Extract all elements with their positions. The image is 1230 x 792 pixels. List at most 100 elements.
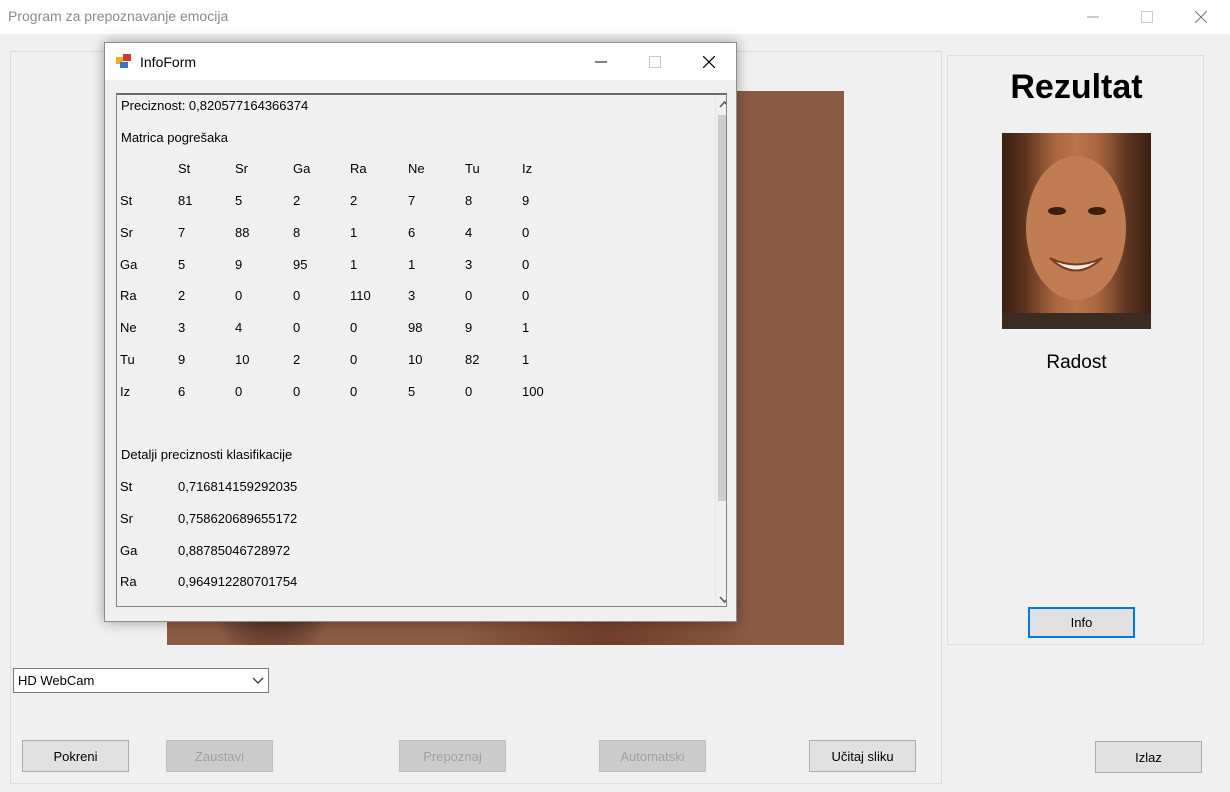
automatic-button[interactable]: Automatski [599,740,706,772]
matrix-cell: 0 [235,383,243,399]
matrix-cell: 100 [522,383,544,399]
details-title: Detalji preciznosti klasifikacije [121,447,293,462]
matrix-cell: 6 [178,383,186,399]
matrix-cell: 3 [408,288,416,304]
exit-button[interactable]: Izlaz [1095,741,1202,773]
matrix-header-cell: Iz [522,161,533,176]
matrix-cell: 95 [293,256,308,272]
matrix-cell: 0 [293,320,301,336]
matrix-cell: 3 [465,256,473,272]
scroll-down-icon[interactable] [719,596,727,604]
maximize-button[interactable] [1124,0,1170,34]
camera-select[interactable]: HD WebCam [13,668,269,693]
matrix-cell: 81 [178,193,193,208]
matrix-row-label: Iz [120,383,131,399]
result-face-image [1002,133,1151,329]
matrix-cell: 0 [522,256,530,272]
scroll-up-icon[interactable] [719,100,727,108]
camera-select-value: HD WebCam [18,673,95,688]
start-button[interactable]: Pokreni [22,740,129,772]
dialog-maximize-button[interactable] [632,43,678,80]
detail-label: Ra [120,574,137,590]
minimize-icon [595,61,607,62]
matrix-row-label: Ga [120,256,138,272]
matrix-cell: 0 [293,383,301,399]
matrix-cell: 8 [465,193,473,208]
stop-button[interactable]: Zaustavi [166,740,273,772]
recognize-button[interactable]: Prepoznaj [399,740,506,772]
matrix-cell: 9 [178,352,186,367]
detail-value: 0,758620689655172 [178,510,298,526]
detail-value: 0,964912280701754 [178,574,298,590]
matrix-cell: 110 [350,288,371,304]
detail-value: 0,716814159292035 [178,479,298,494]
matrix-cell: 1 [350,256,358,272]
minimize-button[interactable] [1070,0,1116,34]
matrix-cell: 6 [408,224,416,240]
close-button[interactable] [1178,0,1224,34]
matrix-cell: 5 [408,383,416,399]
matrix-row-label: Tu [120,352,135,367]
matrix-cell: 98 [408,320,423,336]
chevron-down-icon [252,677,264,684]
matrix-cell: 82 [465,352,480,367]
info-textbox[interactable]: Preciznost: 0,820577164366374 Matrica po… [116,93,727,607]
scrollbar-thumb[interactable] [718,115,726,501]
matrix-cell: 7 [408,193,416,208]
load-image-button[interactable]: Učitaj sliku [809,740,916,772]
detail-label: Ga [120,542,138,558]
matrix-cell: 2 [293,352,301,367]
matrix-cell: 0 [293,288,301,304]
result-title: Rezultat [1010,68,1143,106]
matrix-cell: 9 [235,256,243,272]
matrix-cell: 0 [522,224,530,240]
matrix-cell: 0 [465,383,473,399]
info-button[interactable]: Info [1028,607,1135,638]
matrix-cell: 0 [465,288,473,304]
matrix-cell: 1 [522,352,530,367]
matrix-row-label: Sr [120,224,133,240]
matrix-cell: 0 [350,352,358,367]
matrix-cell: 2 [293,193,301,208]
matrix-cell: 4 [465,224,473,240]
matrix-header-cell: Tu [465,161,480,176]
matrix-cell: 0 [235,288,243,304]
matrix-cell: 0 [350,383,358,399]
matrix-cell: 2 [178,288,186,304]
maximize-icon [1141,11,1153,23]
precision-line: Preciznost: 0,820577164366374 [121,98,309,113]
matrix-cell: 5 [178,256,186,272]
detail-label: St [120,479,133,494]
minimize-icon [1087,16,1099,18]
matrix-header-cell: St [178,161,191,176]
detail-label: Sr [120,510,133,526]
matrix-cell: 0 [522,288,530,304]
matrix-title: Matrica pogrešaka [121,130,228,145]
matrix-header-cell: Sr [235,161,248,176]
matrix-cell: 2 [350,193,358,208]
matrix-row-label: Ne [120,320,137,336]
matrix-cell: 9 [465,320,473,336]
matrix-cell: 0 [350,320,358,336]
dialog-close-button[interactable] [686,43,732,80]
matrix-cell: 4 [235,320,243,336]
dialog-title: InfoForm [140,54,197,70]
matrix-cell: 10 [408,352,423,367]
matrix-cell: 1 [408,256,416,272]
matrix-cell: 7 [178,224,186,240]
app-icon [116,54,131,68]
matrix-row-label: Ra [120,288,137,304]
matrix-cell: 1 [350,224,358,240]
matrix-header-cell: Ga [293,161,311,176]
dialog-minimize-button[interactable] [578,43,624,80]
matrix-row-label: St [120,193,133,208]
matrix-header-cell: Ra [350,161,367,176]
result-face-drawing [1002,156,1151,329]
matrix-cell: 8 [293,224,301,240]
detail-value: 0,88785046728972 [178,542,291,558]
info-dialog: InfoForm Preciznost: 0,820577164366374 M… [104,42,737,622]
matrix-cell: 3 [178,320,186,336]
matrix-cell: 1 [522,320,530,336]
result-emotion: Radost [1046,352,1107,373]
matrix-header-cell: Ne [408,161,425,176]
